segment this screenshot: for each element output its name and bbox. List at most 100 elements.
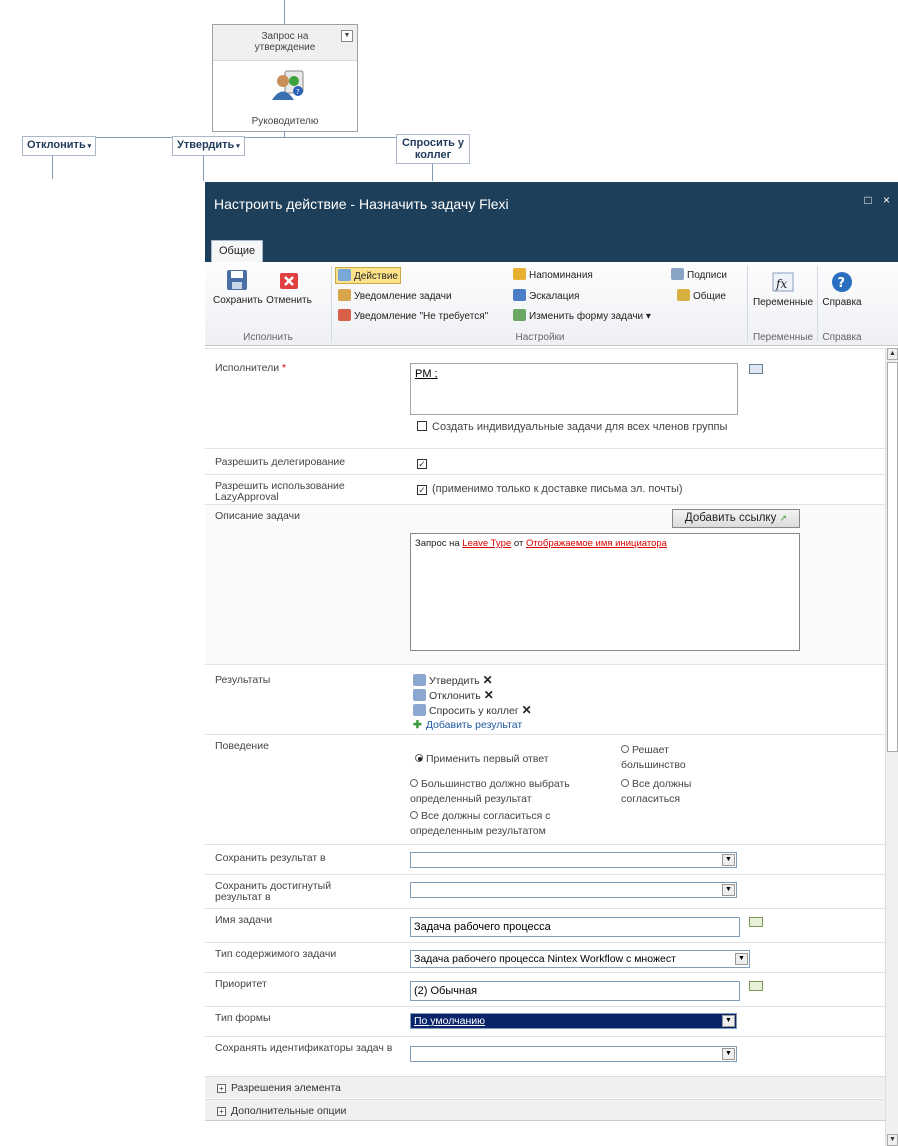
expand-icon: + [217, 1107, 226, 1116]
insert-ref-leave-type[interactable]: Leave Type [462, 538, 511, 549]
form-scrollbar[interactable]: ▲ ▼ [885, 348, 898, 1146]
ribbon-separator [331, 266, 332, 342]
behavior-all-specific[interactable]: Все должны согласиться с определенным ре… [410, 809, 600, 839]
chevron-down-icon: ▼ [722, 1048, 735, 1060]
insert-ref-initiator[interactable]: Отображаемое имя инициатора [526, 538, 667, 549]
svg-text:fx: fx [775, 277, 787, 291]
lazy-approval-option[interactable]: ✓ (применимо только к доставке письма эл.… [417, 483, 683, 495]
action-icon [338, 269, 351, 281]
node-assignee: Руководителю [251, 116, 319, 127]
workflow-action-node[interactable]: Запрос на утверждение ▼ ? Руководителю [212, 24, 358, 132]
row-delegation: Разрешить делегирование ✓ [205, 448, 885, 474]
task-name-input[interactable]: Задача рабочего процесса [410, 917, 740, 937]
insert-reference-icon[interactable] [749, 981, 763, 991]
radio-button[interactable] [410, 811, 418, 819]
item-permissions-section[interactable]: + Разрешения элемента [205, 1076, 885, 1098]
edit-icon [413, 674, 426, 686]
add-link-icon: ↗ [779, 513, 788, 523]
delete-icon[interactable]: ✕ [483, 673, 493, 687]
variables-button[interactable]: fx Переменные [750, 270, 816, 308]
general-settings-button[interactable]: Общие [675, 288, 728, 303]
node-title: Запрос на утверждение ▼ [213, 25, 357, 61]
function-icon: fx [772, 272, 794, 292]
branch-ask-colleagues[interactable]: Спросить у коллег [396, 134, 470, 164]
branch-reject[interactable]: Отклонить ▾ [22, 136, 97, 156]
scroll-up-arrow[interactable]: ▲ [887, 348, 898, 360]
row-lazy-approval: Разрешить использование LazyApproval ✓ (п… [205, 474, 885, 504]
action-button[interactable]: Действие [335, 267, 401, 284]
tab-general[interactable]: Общие [211, 240, 264, 263]
radio-button[interactable] [621, 745, 629, 753]
save-button[interactable]: Сохранить [213, 268, 263, 306]
store-achieved-select[interactable]: ▼ [410, 882, 737, 898]
individual-tasks-checkbox[interactable] [417, 421, 427, 431]
individual-tasks-option[interactable]: Создать индивидуальные задачи для всех ч… [417, 421, 727, 433]
row-outcomes: Результаты Утвердить ✕ Отклонить ✕ Спросит… [205, 664, 885, 734]
ribbon: Сохранить Отменить Исполнить Действие Ув… [205, 262, 898, 346]
radio-button[interactable] [621, 779, 629, 787]
radio-button[interactable] [410, 779, 418, 787]
signatures-button[interactable]: Подписи [669, 267, 729, 282]
cancel-button[interactable]: Отменить [265, 268, 313, 306]
radio-button[interactable] [415, 754, 423, 762]
help-icon: ? [832, 272, 852, 292]
row-assignees: Исполнители * PM ; Создать индивидуальны… [205, 348, 885, 448]
task-notification-button[interactable]: Уведомление задачи [336, 288, 454, 303]
list-item[interactable]: Спросить у коллег ✕ [413, 703, 532, 718]
edit-icon [413, 689, 426, 701]
reminder-icon [513, 268, 526, 280]
delete-icon[interactable]: ✕ [522, 703, 532, 717]
description-editor[interactable]: Запрос на Leave Type от Отображаемое имя… [410, 533, 800, 651]
window-controls[interactable]: □ × [864, 193, 894, 207]
delete-icon[interactable]: ✕ [484, 688, 494, 702]
list-item[interactable]: Утвердить ✕ [413, 673, 532, 688]
branch-approve[interactable]: Утвердить ▾ [172, 136, 245, 156]
address-book-icon[interactable] [749, 364, 763, 374]
escalation-icon [513, 289, 526, 301]
chevron-down-icon: ▼ [722, 854, 735, 866]
behavior-majority-specific[interactable]: Большинство должно выбрать определенный … [410, 777, 610, 807]
close-icon [280, 273, 298, 289]
dialog-title: Настроить действие - Назначить задачу Fl… [214, 196, 509, 212]
delegation-checkbox[interactable]: ✓ [417, 457, 432, 469]
signature-icon [671, 268, 684, 280]
notification-icon [338, 309, 351, 321]
form-type-select[interactable]: По умолчанию ▼ [410, 1013, 737, 1029]
row-description: Описание задачи Добавить ссылку ↗ Запрос… [205, 504, 885, 664]
task-user-icon: ? [271, 69, 305, 104]
svg-text:?: ? [296, 88, 300, 96]
row-store-achieved: Сохранить достигнутый результат в ▼ [205, 874, 885, 908]
svg-text:?: ? [838, 276, 846, 291]
help-button[interactable]: ? Справка [819, 270, 865, 308]
store-outcome-select[interactable]: ▼ [410, 852, 737, 868]
ribbon-separator [747, 266, 748, 342]
not-required-notification-button[interactable]: Уведомление "Не требуется" [336, 308, 490, 323]
reminders-button[interactable]: Напоминания [511, 267, 595, 282]
chevron-down-icon: ▼ [722, 1015, 735, 1027]
change-form-button[interactable]: Изменить форму задачи ▾ [511, 308, 653, 323]
add-link-button[interactable]: Добавить ссылку ↗ [672, 509, 800, 528]
row-store-ids: Сохранять идентификаторы задач в ▼ [205, 1036, 885, 1074]
content-type-select[interactable]: Задача рабочего процесса Nintex Workflow… [410, 950, 750, 968]
gear-icon [677, 289, 690, 301]
ribbon-separator [817, 266, 818, 342]
behavior-majority[interactable]: Решает большинство [621, 743, 711, 773]
configure-action-dialog: Настроить действие - Назначить задачу Fl… [205, 182, 898, 1146]
store-ids-select[interactable]: ▼ [410, 1046, 737, 1062]
list-item[interactable]: Отклонить ✕ [413, 688, 532, 703]
scrollbar-thumb[interactable] [887, 362, 898, 752]
node-menu-dropdown[interactable]: ▼ [341, 30, 353, 42]
scroll-down-arrow[interactable]: ▼ [887, 1134, 898, 1146]
behavior-all[interactable]: Все должны согласиться [621, 777, 731, 807]
add-outcome-link[interactable]: ✚ Добавить результат [413, 718, 532, 732]
assignees-field[interactable]: PM ; [410, 363, 738, 415]
priority-input[interactable]: (2) Обычная [410, 981, 740, 1001]
insert-reference-icon[interactable] [749, 917, 763, 927]
group-label-variables: Переменные [752, 332, 814, 343]
behavior-first[interactable]: Применить первый ответ [415, 753, 549, 765]
group-label-settings: Настройки [515, 332, 565, 343]
row-behavior: Поведение Применить первый ответ Решает … [205, 734, 885, 844]
escalation-button[interactable]: Эскалация [511, 288, 581, 303]
advanced-options-section[interactable]: + Дополнительные опции [205, 1099, 885, 1121]
lazy-approval-checkbox[interactable]: ✓ [417, 485, 427, 495]
